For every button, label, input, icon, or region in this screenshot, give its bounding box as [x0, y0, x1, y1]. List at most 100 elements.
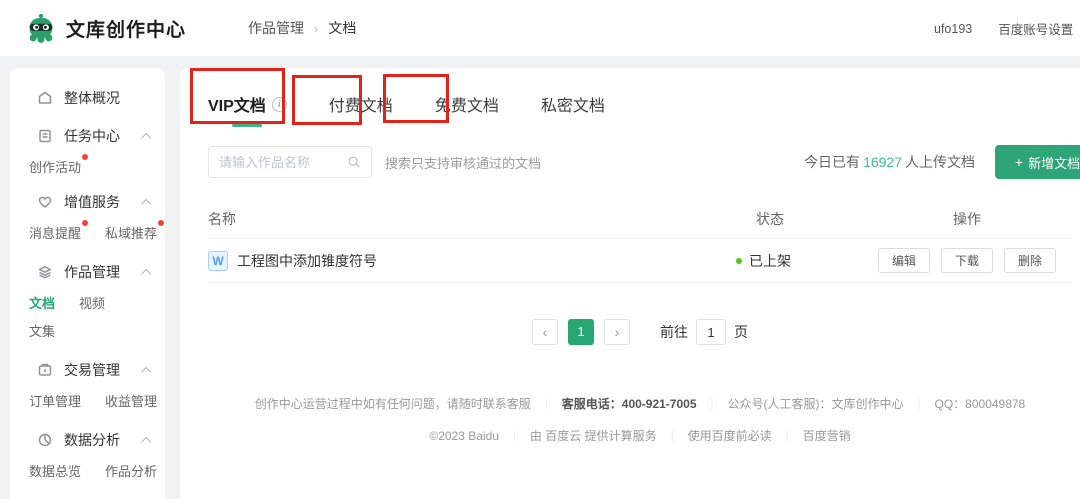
sidebar-item-label: 交易管理 — [64, 360, 120, 380]
subitem-label: 文集 — [29, 324, 55, 339]
table-header: 名称 状态 操作 — [208, 199, 1072, 239]
column-header-actions: 操作 — [862, 209, 1072, 229]
sidebar-subitem-creation-activity[interactable]: 创作活动 — [29, 157, 81, 176]
tab-private-docs[interactable]: 私密文档 — [541, 92, 605, 127]
sidebar-subitem-documents[interactable]: 文档 — [29, 293, 55, 312]
sidebar-item-label: 增值服务 — [64, 192, 120, 212]
sidebar-item-task-center[interactable]: 任务中心 — [10, 120, 165, 152]
chevron-up-icon — [141, 268, 151, 278]
footer-separator: ｜ — [707, 396, 718, 412]
subitem-label: 创作活动 — [29, 160, 81, 175]
document-tabs: VIP文档 i 付费文档 免费文档 私密文档 — [208, 92, 1072, 127]
username-link[interactable]: ufo193 — [934, 22, 972, 36]
squid-mascot-icon — [24, 11, 58, 45]
app-logo[interactable]: 文库创作中心 — [24, 11, 186, 45]
sidebar-item-label: 整体概况 — [64, 88, 120, 108]
edit-button[interactable]: 编辑 — [878, 248, 930, 273]
stats-count: 16927 — [863, 154, 902, 170]
footer-marketing-link[interactable]: 百度营销 — [803, 427, 851, 444]
stats-prefix: 今日已有 — [804, 154, 860, 170]
tab-label: 付费文档 — [329, 92, 393, 116]
prev-page-button[interactable]: ‹ — [532, 319, 558, 345]
footer-phone: 客服电话：400-921-7005 — [562, 395, 697, 412]
pagination: ‹ 1 › 前往 页 — [208, 319, 1072, 345]
tab-label: 私密文档 — [541, 92, 605, 116]
sidebar-subitem-collections[interactable]: 文集 — [29, 321, 55, 340]
pie-chart-icon — [37, 432, 53, 448]
task-icon — [37, 128, 53, 144]
wallet-icon — [37, 362, 53, 378]
account-settings-link[interactable]: 百度账号设置 — [998, 19, 1073, 38]
red-dot-badge — [158, 220, 164, 226]
footer: 创作中心运营过程中如有任何问题，请随时联系客服 ｜ 客服电话：400-921-7… — [208, 395, 1072, 444]
home-icon — [37, 90, 53, 106]
column-header-status: 状态 — [672, 209, 862, 229]
subitem-label: 视频 — [79, 296, 105, 311]
upload-stats: 今日已有16927人上传文档 — [804, 152, 975, 172]
page-number-button[interactable]: 1 — [568, 319, 594, 345]
next-page-button[interactable]: › — [604, 319, 630, 345]
layers-icon — [37, 264, 53, 280]
app-title: 文库创作中心 — [66, 15, 186, 42]
breadcrumb-current: 文档 — [328, 18, 356, 38]
sidebar-item-overview[interactable]: 整体概况 — [10, 82, 165, 114]
breadcrumb: 作品管理 › 文档 — [248, 18, 356, 38]
red-dot-badge — [82, 154, 88, 160]
footer-wechat: 公众号(人工客服)：文库创作中心 — [728, 395, 904, 412]
tab-paid-docs[interactable]: 付费文档 — [329, 92, 393, 127]
sidebar-item-works-management[interactable]: 作品管理 — [10, 256, 165, 288]
tab-vip-docs[interactable]: VIP文档 i — [208, 92, 287, 127]
chevron-up-icon — [141, 366, 151, 376]
heart-icon — [37, 194, 53, 210]
footer-notice-link[interactable]: 使用百度前必读 — [688, 427, 772, 444]
goto-suffix: 页 — [734, 322, 748, 342]
footer-copyright-line: ©2023 Baidu ｜ 由 百度云 提供计算服务 ｜ 使用百度前必读 ｜ 百… — [208, 427, 1072, 444]
subitem-label: 作品分析 — [105, 464, 157, 479]
sidebar-item-data-analysis[interactable]: 数据分析 — [10, 424, 165, 456]
footer-separator: ｜ — [782, 428, 793, 444]
footer-separator: ｜ — [667, 428, 678, 444]
search-input[interactable] — [219, 155, 347, 170]
search-hint: 搜索只支持审核通过的文档 — [385, 153, 541, 172]
document-title[interactable]: 工程图中添加锥度符号 — [237, 251, 377, 271]
download-button[interactable]: 下载 — [941, 248, 993, 273]
footer-separator: ｜ — [914, 396, 925, 412]
stats-suffix: 人上传文档 — [905, 154, 975, 170]
sidebar-subitem-videos[interactable]: 视频 — [79, 293, 105, 312]
tab-free-docs[interactable]: 免费文档 — [435, 92, 499, 127]
tab-label: VIP文档 — [208, 92, 266, 116]
sidebar-subitem-order-management[interactable]: 订单管理 — [29, 391, 81, 410]
subitem-label: 订单管理 — [29, 394, 81, 409]
sidebar-item-trade-management[interactable]: 交易管理 — [10, 354, 165, 386]
add-document-button[interactable]: + 新增文档 — [995, 145, 1080, 179]
toolbar: 搜索只支持审核通过的文档 今日已有16927人上传文档 + 新增文档 — [208, 145, 1072, 179]
search-icon[interactable] — [347, 155, 361, 169]
goto-page-input[interactable] — [696, 319, 726, 345]
delete-button[interactable]: 删除 — [1004, 248, 1056, 273]
header-user-area: ufo193 百度账号设置 退出 — [934, 0, 1080, 57]
status-badge: 已上架 — [749, 251, 791, 271]
sidebar-subitem-message-reminder[interactable]: 消息提醒 — [29, 223, 81, 242]
sidebar-subitem-works-analysis[interactable]: 作品分析 — [105, 461, 157, 480]
footer-copyright: ©2023 Baidu — [429, 429, 499, 443]
footer-separator: ｜ — [509, 428, 520, 444]
sidebar-item-label: 任务中心 — [64, 126, 120, 146]
subitem-label: 收益管理 — [105, 394, 157, 409]
footer-qq: QQ：800049878 — [935, 395, 1026, 412]
search-box[interactable] — [208, 146, 372, 178]
add-document-label: 新增文档 — [1028, 153, 1080, 172]
breadcrumb-section[interactable]: 作品管理 — [248, 18, 304, 38]
sidebar-item-value-added[interactable]: 增值服务 — [10, 186, 165, 218]
info-icon[interactable]: i — [272, 97, 287, 112]
subitem-label: 私域推荐 — [105, 226, 157, 241]
active-tab-underline — [232, 124, 262, 127]
main-panel: VIP文档 i 付费文档 免费文档 私密文档 搜索只支持审核通过的文档 今日已有… — [180, 68, 1080, 499]
top-header: 文库创作中心 作品管理 › 文档 ufo193 百度账号设置 退出 — [0, 0, 1080, 57]
sidebar-subitem-data-overview[interactable]: 数据总览 — [29, 461, 81, 480]
subitem-label: 数据总览 — [29, 464, 81, 479]
plus-icon: + — [1015, 154, 1023, 170]
sidebar-subitem-private-domain[interactable]: 私域推荐 — [105, 223, 157, 242]
footer-separator: ｜ — [541, 396, 552, 412]
footer-support-line: 创作中心运营过程中如有任何问题，请随时联系客服 ｜ 客服电话：400-921-7… — [208, 395, 1072, 412]
sidebar-subitem-revenue-management[interactable]: 收益管理 — [105, 391, 157, 410]
